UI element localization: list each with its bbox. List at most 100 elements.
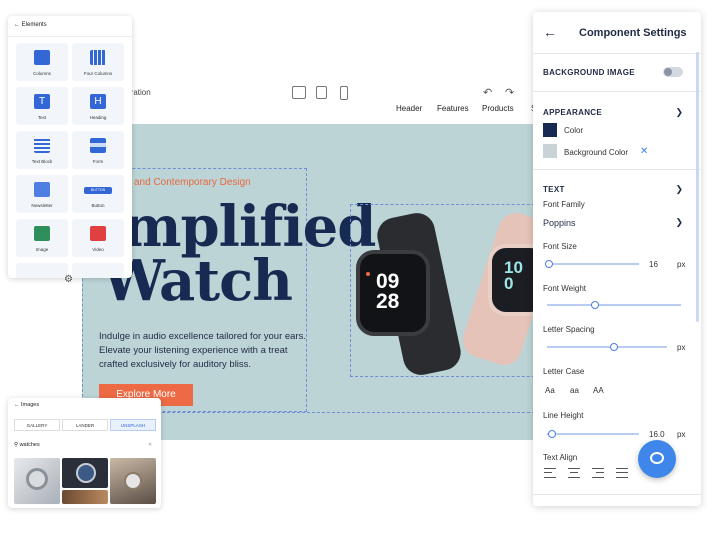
divider [533,91,701,92]
background-color-swatch[interactable] [543,144,557,158]
font-size-value[interactable]: 16 [649,260,658,269]
element-label: Text Block [31,159,53,164]
hero-tagline[interactable]: and Contemporary Design [134,177,251,188]
background-color-label: Background Color [564,148,629,157]
elements-panel-title[interactable]: ← Elements [14,22,47,28]
headline-line: Watch [102,248,293,314]
element-label: Form [92,159,104,164]
image-search-input[interactable]: ⚲ watches [14,442,40,448]
element-button[interactable]: BUTTON Button [72,175,124,213]
images-panel: ← Images GALLERY LANDER UNSPLASH ⚲ watch… [8,398,161,508]
font-size-slider[interactable] [547,263,639,265]
element-newsletter[interactable]: Newsletter [16,175,68,213]
divider [533,169,701,170]
clear-search-icon[interactable]: ✕ [148,442,152,448]
headline-line: implified [102,194,376,260]
align-justify-icon[interactable] [616,468,628,478]
font-size-label: Font Size [543,242,577,251]
images-panel-title[interactable]: ← Images [14,402,39,408]
element-label: Button [91,203,105,208]
unit-label: px [677,430,686,439]
chevron-down-icon[interactable]: ❯ [675,184,683,195]
image-thumbnail[interactable] [110,458,156,504]
gear-icon[interactable]: ⚙ [64,274,73,285]
form-icon [90,138,106,153]
font-family-select[interactable]: Poppins [543,218,576,228]
element-label: Columns [33,71,51,76]
hero-section[interactable]: and Contemporary Design implified Watch … [82,124,540,440]
letter-case-capitalize[interactable]: Aa [545,386,555,395]
divider [533,494,701,495]
nav-header[interactable]: Header [396,104,422,113]
element-form[interactable]: Form [72,131,124,169]
element-heading[interactable]: H Heading [72,87,124,125]
chevron-down-icon[interactable]: ❯ [675,107,683,118]
image-thumbnail[interactable] [14,458,60,504]
element-label: Video [92,247,104,252]
help-chat-button[interactable] [638,440,676,478]
panel-title: Component Settings [579,27,687,39]
text-section-label: TEXT [543,185,565,194]
search-value: watches [19,442,40,448]
hero-headline[interactable]: implified Watch [102,194,376,314]
element-video[interactable]: Video [72,219,124,257]
desktop-icon[interactable] [292,86,306,99]
element-label: Heading [89,115,107,120]
element-text[interactable]: T Text [16,87,68,125]
back-arrow-icon[interactable]: ← [543,24,557,40]
tab-gallery[interactable]: GALLERY [14,419,60,431]
close-icon[interactable]: ✕ [640,146,648,157]
line-height-label: Line Height [543,411,584,420]
align-left-icon[interactable] [544,468,556,478]
element-image[interactable]: Image [16,219,68,257]
background-image-toggle[interactable] [663,67,683,77]
nav-features[interactable]: Features [437,104,469,113]
four-columns-icon [90,50,106,65]
undo-icon[interactable]: ↶ [483,86,492,99]
align-center-icon[interactable] [568,468,580,478]
nav-products[interactable]: Products [482,104,514,113]
font-size-slider-handle[interactable] [544,260,553,268]
line-height-value[interactable]: 16.0 [649,430,665,439]
tab-unsplash[interactable]: UNSPLASH [110,419,156,431]
selection-guide [350,204,540,377]
columns-icon [34,50,50,65]
font-weight-label: Font Weight [543,284,586,293]
element-label: Image [35,247,49,252]
scrollbar[interactable] [696,52,699,322]
font-weight-slider[interactable] [547,304,681,306]
component-settings-panel: ← Component Settings BACKGROUND IMAGE AP… [533,12,701,506]
text-align-label: Text Align [543,453,578,462]
site-header: etic Header Features Products S [100,100,540,122]
heading-icon: H [90,94,106,109]
tablet-icon[interactable] [316,86,327,99]
newsletter-icon [34,182,50,197]
line-height-slider-handle[interactable] [547,430,556,438]
element-text-block[interactable]: Text Block [16,131,68,169]
button-icon: BUTTON [84,187,112,194]
tab-lander[interactable]: LANDER [62,419,108,431]
chevron-down-icon[interactable]: ❯ [675,217,683,228]
letter-case-upper[interactable]: AA [593,386,604,395]
letter-spacing-slider-handle[interactable] [610,343,619,351]
image-thumbnail[interactable] [62,458,108,488]
color-label: Color [564,126,584,135]
font-weight-slider-handle[interactable] [591,301,600,309]
line-height-slider[interactable] [547,433,639,435]
element-four-columns[interactable]: Four Columns [72,43,124,81]
letter-spacing-slider[interactable] [547,346,667,348]
image-thumbnail[interactable] [62,490,108,504]
element-columns[interactable]: Columns [16,43,68,81]
element-more[interactable] [16,263,68,278]
color-swatch[interactable] [543,123,557,137]
letter-case-lower[interactable]: aa [570,386,579,395]
mobile-icon[interactable] [340,86,348,100]
hero-body[interactable]: Indulge in audio excellence tailored for… [99,330,309,372]
image-icon [34,226,50,241]
element-more[interactable] [72,263,124,278]
elements-panel: ← Elements Columns Four Columns T Text H… [8,16,132,278]
text-block-icon [34,138,50,153]
redo-icon[interactable]: ↷ [505,86,514,99]
align-right-icon[interactable] [592,468,604,478]
chat-icon [650,452,664,464]
